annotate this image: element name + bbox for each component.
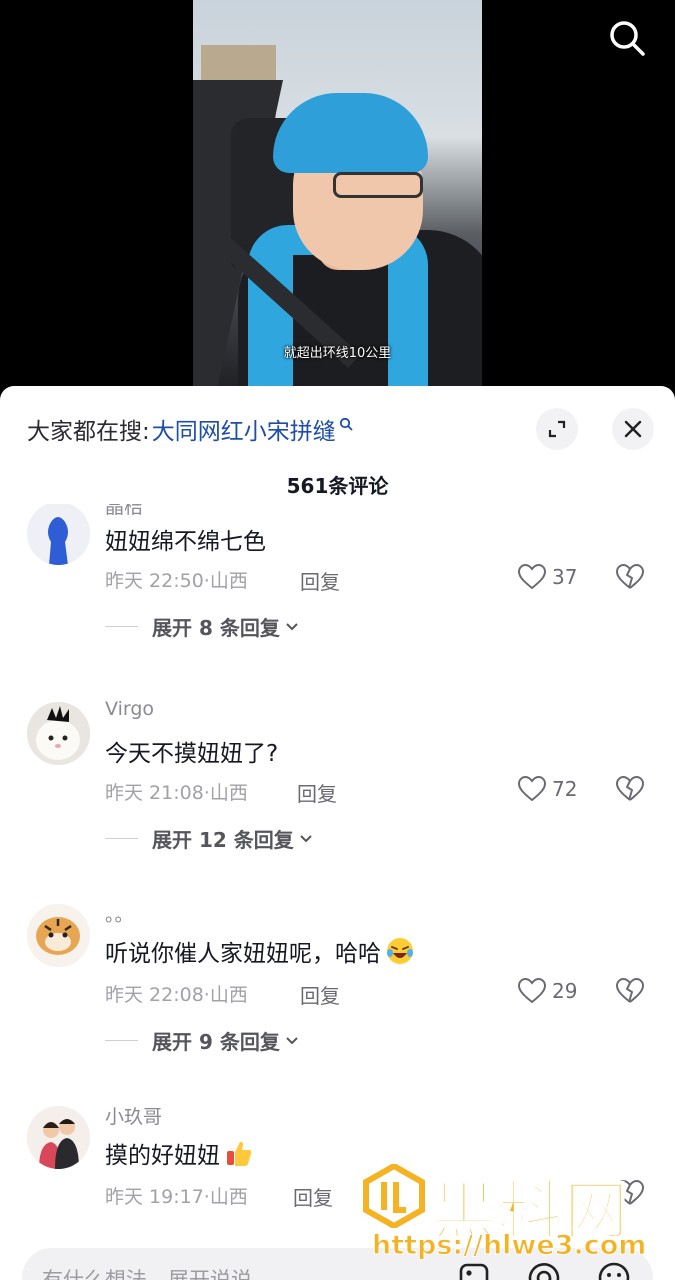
chevron-down-icon bbox=[286, 1036, 298, 1044]
avatar[interactable] bbox=[27, 904, 90, 967]
sheet-header: 大家都在搜: 大同网红小宋拼缝 bbox=[0, 386, 675, 470]
rabbit-avatar-icon bbox=[27, 702, 90, 765]
heart-icon bbox=[518, 978, 546, 1004]
expand-replies-label: 展开 8 条回复 bbox=[152, 616, 280, 640]
chevron-down-icon bbox=[286, 622, 298, 630]
comment-username[interactable]: 小玖哥 bbox=[105, 1102, 162, 1129]
comment-location: 山西 bbox=[209, 1186, 248, 1208]
mention-icon[interactable] bbox=[526, 1260, 562, 1280]
comment-text: 今天不摸妞妞了? bbox=[105, 741, 279, 767]
video-player[interactable]: 就超出环线10公里 bbox=[0, 0, 675, 400]
heart-icon bbox=[518, 776, 546, 802]
comment-location: 山西 bbox=[209, 570, 248, 592]
broken-heart-icon bbox=[616, 977, 645, 1003]
comment-location: 山西 bbox=[209, 984, 248, 1006]
comment-input-placeholder[interactable]: 有什么想法，展开说说 bbox=[42, 1264, 252, 1280]
comment-username[interactable]: 晶桔 bbox=[105, 504, 143, 519]
expand-icon bbox=[548, 420, 566, 438]
trending-query-link[interactable]: 大同网红小宋拼缝 bbox=[152, 412, 336, 446]
comment-list[interactable]: 晶桔 妞妞绵不绵七色 昨天 22:50·山西 回复 37 展开 8 条回复 Vi… bbox=[0, 504, 675, 1240]
dislike-button[interactable] bbox=[616, 563, 645, 594]
expand-replies[interactable]: 展开 9 条回复 bbox=[105, 1026, 300, 1055]
avatar[interactable] bbox=[27, 702, 90, 765]
search-button[interactable] bbox=[604, 15, 650, 61]
reply-button[interactable]: 回复 bbox=[300, 980, 340, 1009]
video-frame[interactable]: 就超出环线10公里 bbox=[193, 0, 482, 390]
broken-heart-icon bbox=[616, 563, 645, 589]
statue-avatar-icon bbox=[27, 504, 90, 565]
laughing-crying-emoji-icon bbox=[387, 938, 413, 964]
broken-heart-icon bbox=[616, 1179, 645, 1205]
video-subtitle: 就超出环线10公里 bbox=[283, 346, 392, 361]
reply-button[interactable]: 回复 bbox=[300, 566, 340, 595]
comment-meta: 昨天 21:08·山西 bbox=[105, 778, 248, 805]
comment-count: 561条评论 bbox=[286, 474, 389, 498]
comment-username[interactable]: Virgo bbox=[105, 698, 154, 720]
like-count: 29 bbox=[552, 979, 578, 1003]
expand-replies[interactable]: 展开 12 条回复 bbox=[105, 824, 314, 853]
comment-item: 小玖哥 摸的好妞妞 昨天 19:17·山西 回复 bbox=[0, 1096, 675, 1240]
avatar[interactable] bbox=[27, 1106, 90, 1169]
tiger-avatar-icon bbox=[27, 904, 90, 967]
comment-time: 昨天 22:50 bbox=[105, 570, 204, 592]
person-helmet bbox=[273, 93, 428, 173]
reply-button[interactable]: 回复 bbox=[297, 778, 337, 807]
expand-replies-label: 展开 9 条回复 bbox=[152, 1030, 280, 1054]
expand-divider bbox=[105, 626, 138, 627]
search-small-icon bbox=[339, 417, 353, 431]
person-glasses bbox=[333, 172, 423, 198]
like-count: 37 bbox=[552, 565, 578, 589]
comment-input-bar[interactable]: 有什么想法，展开说说 bbox=[22, 1248, 653, 1280]
trending-search[interactable]: 大家都在搜: 大同网红小宋拼缝 bbox=[27, 412, 353, 446]
expand-replies-label: 展开 12 条回复 bbox=[152, 828, 294, 852]
like-button[interactable]: 72 bbox=[518, 776, 577, 802]
avatar[interactable] bbox=[27, 504, 90, 565]
comment-text: 听说你催人家妞妞呢，哈哈 bbox=[105, 934, 415, 968]
comment-time: 昨天 19:17 bbox=[105, 1186, 204, 1208]
expand-divider bbox=[105, 838, 138, 839]
expand-replies[interactable]: 展开 8 条回复 bbox=[105, 612, 300, 641]
comment-item: 。。 听说你催人家妞妞呢，哈哈 昨天 22:08·山西 回复 29 展开 9 条… bbox=[0, 894, 675, 1094]
search-icon bbox=[610, 21, 645, 56]
expand-divider bbox=[105, 1040, 138, 1041]
like-count: 72 bbox=[552, 777, 578, 801]
expand-sheet-button[interactable] bbox=[536, 408, 578, 450]
image-icon[interactable] bbox=[456, 1260, 492, 1280]
dislike-button[interactable] bbox=[616, 1179, 645, 1210]
close-sheet-button[interactable] bbox=[612, 408, 654, 450]
like-button[interactable]: 37 bbox=[518, 564, 577, 590]
comment-time: 昨天 22:08 bbox=[105, 984, 204, 1006]
comment-text: 妞妞绵不绵七色 bbox=[105, 529, 266, 555]
comment-time: 昨天 21:08 bbox=[105, 782, 204, 804]
chevron-down-icon bbox=[300, 834, 312, 842]
comment-text: 摸的好妞妞 bbox=[105, 1136, 254, 1170]
comment-meta: 昨天 22:50·山西 bbox=[105, 566, 248, 593]
reply-button[interactable]: 回复 bbox=[293, 1182, 333, 1211]
like-button[interactable]: 29 bbox=[518, 978, 577, 1004]
emoji-icon[interactable] bbox=[596, 1260, 632, 1280]
comment-item: Virgo 今天不摸妞妞了? 昨天 21:08·山西 回复 72 展开 12 条… bbox=[0, 692, 675, 892]
comment-meta: 昨天 22:08·山西 bbox=[105, 980, 248, 1007]
thumbs-up-emoji-icon bbox=[227, 1141, 252, 1166]
couple-avatar-icon bbox=[27, 1106, 90, 1169]
comment-item: 晶桔 妞妞绵不绵七色 昨天 22:50·山西 回复 37 展开 8 条回复 bbox=[0, 504, 675, 678]
heart-icon bbox=[518, 564, 546, 590]
comment-username[interactable]: 。。 bbox=[105, 900, 134, 927]
comment-sheet: 大家都在搜: 大同网红小宋拼缝 561条评论 晶桔 妞妞绵不绵七色 昨天 22:… bbox=[0, 386, 675, 1280]
comment-text-content: 听说你催人家妞妞呢，哈哈 bbox=[105, 941, 381, 967]
comment-location: 山西 bbox=[209, 782, 248, 804]
close-icon bbox=[624, 420, 642, 438]
broken-heart-icon bbox=[616, 775, 645, 801]
dislike-button[interactable] bbox=[616, 775, 645, 806]
dislike-button[interactable] bbox=[616, 977, 645, 1008]
trending-prefix: 大家都在搜: bbox=[27, 419, 150, 445]
comment-meta: 昨天 19:17·山西 bbox=[105, 1182, 248, 1209]
comment-text-content: 摸的好妞妞 bbox=[105, 1143, 220, 1169]
